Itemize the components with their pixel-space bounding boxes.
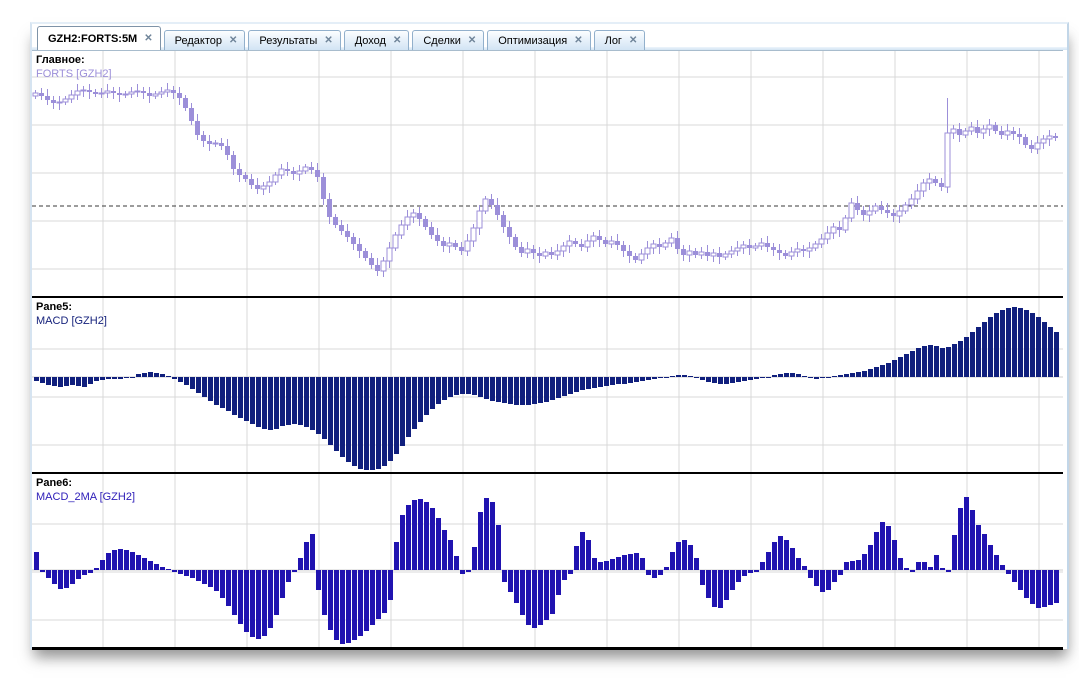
tab-trades[interactable]: Сделки ✕ — [412, 30, 485, 50]
series-label: MACD_2MA [GZH2] — [36, 491, 136, 503]
tab-close-icon[interactable]: ✕ — [144, 33, 152, 44]
tab-optimization[interactable]: Оптимизация ✕ — [487, 30, 591, 50]
series-label: MACD [GZH2] — [36, 315, 107, 327]
tab-close-icon[interactable]: ✕ — [629, 35, 637, 46]
tab-label: Результаты — [259, 34, 318, 47]
macd-pane[interactable]: Pane5: MACD [GZH2] — [32, 298, 1063, 472]
tab-close-icon[interactable]: ✕ — [574, 35, 582, 46]
chart-area: Главное: FORTS [GZH2] Pane5: MACD [GZH2]… — [32, 50, 1063, 650]
macd2ma-pane[interactable]: Pane6: MACD_2MA [GZH2] — [32, 474, 1063, 647]
price-pane[interactable]: Главное: FORTS [GZH2] — [32, 51, 1063, 296]
app-window: GZH2:FORTS:5M ✕ Редактор ✕ Результаты ✕ Доход ✕… — [30, 22, 1069, 650]
pane-title: Главное: — [36, 54, 85, 66]
tab-log[interactable]: Лог ✕ — [593, 30, 646, 50]
tab-strip: GZH2:FORTS:5M ✕ Редактор ✕ Результаты ✕ Доход ✕… — [32, 24, 1067, 50]
tab-close-icon[interactable]: ✕ — [393, 35, 401, 46]
tab-income[interactable]: Доход ✕ — [343, 30, 410, 50]
chart-bottom-border — [32, 647, 1063, 650]
pane-title: Pane5: — [36, 301, 73, 313]
tab-close-icon[interactable]: ✕ — [324, 35, 332, 46]
series-label: FORTS [GZH2] — [36, 68, 112, 80]
tab-results[interactable]: Результаты ✕ — [248, 30, 341, 50]
price-pane-label: Главное: FORTS [GZH2] — [36, 53, 112, 81]
tab-editor[interactable]: Редактор ✕ — [163, 30, 246, 50]
tab-label: GZH2:FORTS:5M — [48, 32, 138, 45]
tab-label: Редактор — [174, 34, 222, 47]
macd2ma-pane-label: Pane6: MACD_2MA [GZH2] — [36, 476, 135, 504]
macd-pane-label: Pane5: MACD [GZH2] — [36, 300, 107, 328]
macd2ma-histogram-chart[interactable] — [32, 474, 1063, 647]
tab-label: Лог — [604, 34, 622, 47]
pane-title: Pane6: — [36, 477, 73, 489]
tab-close-icon[interactable]: ✕ — [468, 35, 476, 46]
tab-label: Доход — [354, 34, 386, 47]
tab-label: Оптимизация — [498, 34, 568, 47]
macd-histogram-chart[interactable] — [32, 298, 1063, 472]
candlestick-chart[interactable] — [32, 51, 1063, 296]
tab-label: Сделки — [423, 34, 461, 47]
tab-chart[interactable]: GZH2:FORTS:5M ✕ — [37, 26, 161, 50]
tab-close-icon[interactable]: ✕ — [229, 35, 237, 46]
